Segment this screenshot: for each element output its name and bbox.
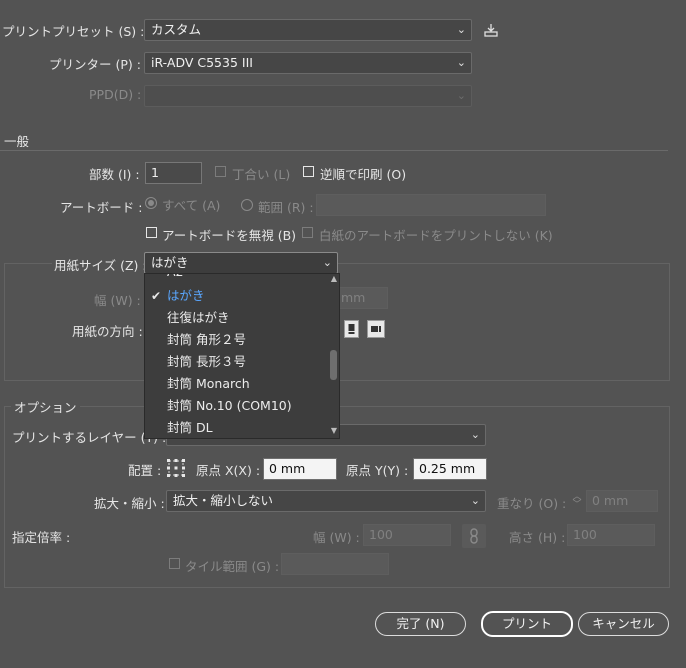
placement-grid-icon[interactable] <box>166 458 186 478</box>
chevron-down-icon: ⌄ <box>456 56 466 69</box>
artboard-range-label: 範囲 (R) : <box>258 200 314 215</box>
collate-label: 丁合い (L) <box>232 167 291 182</box>
scale-select[interactable]: 拡大・縮小しない ⌄ <box>166 490 486 512</box>
scroll-down-icon[interactable]: ▼ <box>329 426 339 435</box>
reverse-order-label: 逆順で印刷 (O) <box>320 167 407 182</box>
origin-y-input[interactable]: 0.25 mm <box>413 458 487 480</box>
overlap-stepper-icon: ︿ ﹀ <box>572 492 582 510</box>
origin-x-input[interactable]: 0 mm <box>263 458 337 480</box>
general-divider <box>0 150 668 151</box>
artboard-all-label: すべて (A) <box>162 198 221 213</box>
printer-label: プリンター (P) : <box>49 57 141 72</box>
preset-select[interactable]: カスタム ⌄ <box>144 19 472 41</box>
chevron-down-icon: ⌄ <box>470 494 480 507</box>
copies-label: 部数 (I) : <box>89 167 140 182</box>
ignore-artboards-checkbox[interactable] <box>146 227 157 238</box>
dropdown-item-monarch[interactable]: 封筒 Monarch <box>145 373 330 395</box>
preset-label: プリントプリセット (S) : <box>2 24 145 39</box>
media-size-select[interactable]: はがき ⌄ <box>144 252 338 274</box>
chevron-down-icon: ⌄ <box>456 89 466 102</box>
artboard-range-radio <box>241 199 253 211</box>
ppd-label: PPD(D) : <box>89 87 142 102</box>
origin-y-label: 原点 Y(Y) : <box>346 463 409 478</box>
orientation-label: 用紙の方向 : <box>72 324 143 339</box>
landscape-orientation-icon[interactable] <box>367 320 385 338</box>
link-icon <box>462 524 486 548</box>
media-size-label: 用紙サイズ (Z) : <box>52 255 149 274</box>
printer-value: iR-ADV C5535 III <box>151 55 253 70</box>
done-button[interactable]: 完了 (N) <box>375 612 466 636</box>
artboard-all-radio <box>145 197 157 209</box>
scale-height-input: 100 <box>567 524 655 546</box>
placement-label: 配置 : <box>128 463 162 478</box>
artboard-range-input <box>316 194 546 216</box>
portrait-orientation-icon[interactable] <box>344 320 359 338</box>
reverse-order-checkbox[interactable] <box>303 166 314 177</box>
skip-blank-label: 白紙のアートボードをプリントしない (K) <box>319 228 553 243</box>
general-heading: 一般 <box>4 134 30 149</box>
custom-scale-label: 指定倍率 : <box>12 530 71 545</box>
skip-blank-checkbox <box>302 227 313 238</box>
tile-range-input <box>281 553 389 575</box>
dropdown-item-ofuku-hagaki[interactable]: 往復はがき <box>145 307 330 329</box>
width-label: 幅 (W) : <box>94 293 141 308</box>
scale-width-input: 100 <box>363 524 451 546</box>
artboard-label: アートボード : <box>60 200 143 215</box>
dropdown-scroll-thumb[interactable] <box>330 350 337 380</box>
scale-width-label: 幅 (W) : <box>313 530 360 545</box>
scroll-up-icon[interactable]: ▲ <box>329 274 339 283</box>
scale-value: 拡大・縮小しない <box>173 493 274 508</box>
dropdown-scrollbar[interactable]: ▲ ▼ <box>329 274 339 438</box>
dropdown-item-com10[interactable]: 封筒 No.10 (COM10) <box>145 395 330 417</box>
cancel-button[interactable]: キャンセル <box>578 612 669 636</box>
dropdown-item-hagaki[interactable]: ✔ はがき <box>145 285 330 307</box>
chevron-down-icon: ⌄ <box>470 428 480 441</box>
overlap-input: 0 mm <box>586 490 658 512</box>
dropdown-item-dl[interactable]: 封筒 DL <box>145 417 330 438</box>
collate-checkbox <box>215 166 226 177</box>
chevron-down-icon: ⌄ <box>456 23 466 36</box>
chevron-down-icon: ⌄ <box>322 256 332 269</box>
tile-range-checkbox <box>169 558 180 569</box>
ignore-artboards-label: アートボードを無視 (B) <box>162 228 297 243</box>
copies-input[interactable]: 1 <box>145 162 202 184</box>
checkmark-icon: ✔ <box>151 289 162 303</box>
dropdown-item-label: はがき <box>167 288 205 303</box>
save-preset-icon[interactable] <box>482 21 500 39</box>
print-button[interactable]: プリント <box>481 611 573 637</box>
media-size-dropdown-list[interactable]: A2 ✔ はがき 往復はがき 封筒 角形２号 封筒 長形３号 封筒 Monarc… <box>144 273 340 439</box>
overlap-label: 重なり (O) : <box>497 496 567 511</box>
options-heading: オプション <box>11 397 80 416</box>
printer-select[interactable]: iR-ADV C5535 III ⌄ <box>144 52 472 74</box>
origin-x-label: 原点 X(X) : <box>196 463 261 478</box>
dropdown-item-naga3[interactable]: 封筒 長形３号 <box>145 351 330 373</box>
dropdown-item-partial[interactable]: A2 <box>145 274 330 283</box>
scale-height-label: 高さ (H) : <box>509 530 566 545</box>
tile-range-label: タイル範囲 (G) : <box>185 559 280 574</box>
dropdown-item-kaku2[interactable]: 封筒 角形２号 <box>145 329 330 351</box>
preset-value: カスタム <box>151 22 202 37</box>
scale-label: 拡大・縮小 : <box>94 496 165 511</box>
media-size-value: はがき <box>151 255 189 270</box>
ppd-select: ⌄ <box>144 85 472 107</box>
